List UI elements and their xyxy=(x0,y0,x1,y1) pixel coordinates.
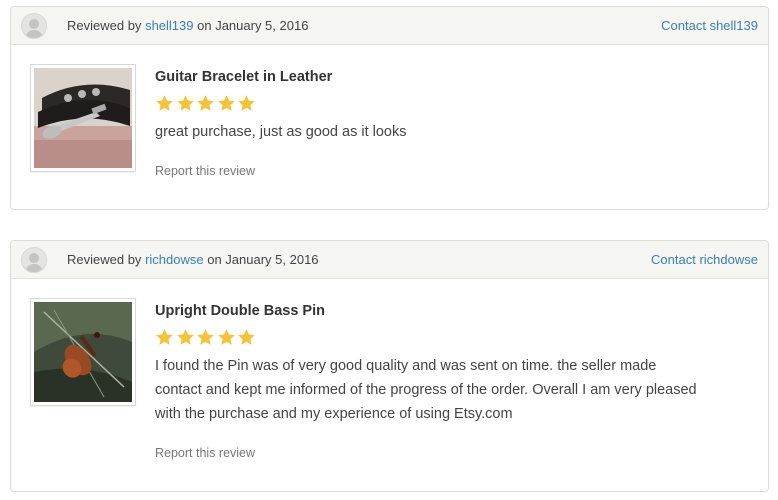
reviewer-username-link[interactable]: richdowse xyxy=(145,253,204,268)
reviewed-by-line: Reviewed by richdowse on January 5, 2016 xyxy=(67,251,319,268)
item-thumbnail[interactable] xyxy=(30,64,136,172)
guitar-bracelet-image xyxy=(34,68,132,168)
reviewed-by-label: Reviewed by xyxy=(67,252,142,268)
reviewed-by-label: Reviewed by xyxy=(67,18,142,34)
review-header: Reviewed by shell139 on January 5, 2016 … xyxy=(11,7,768,45)
star-icon xyxy=(176,95,194,111)
reviewer-username-link[interactable]: shell139 xyxy=(145,19,193,34)
review-card: Reviewed by richdowse on January 5, 2016… xyxy=(10,240,769,492)
review-body: Upright Double Bass Pin I found the Pin … xyxy=(11,279,768,462)
double-bass-pin-image xyxy=(34,302,132,402)
star-icon xyxy=(217,95,235,111)
item-title[interactable]: Upright Double Bass Pin xyxy=(155,303,749,319)
review-content: Guitar Bracelet in Leather great purchas… xyxy=(155,64,749,180)
contact-reviewer-link[interactable]: Contact richdowse xyxy=(651,252,758,267)
star-icon xyxy=(217,329,235,345)
avatar[interactable] xyxy=(21,246,47,273)
star-icon xyxy=(156,329,173,345)
star-icon xyxy=(238,95,255,111)
reviewed-by-line: Reviewed by shell139 on January 5, 2016 xyxy=(67,17,309,34)
review-header: Reviewed by richdowse on January 5, 2016… xyxy=(11,241,768,279)
report-review-link[interactable]: Report this review xyxy=(155,446,255,460)
avatar[interactable] xyxy=(21,12,47,39)
star-icon xyxy=(156,95,173,111)
review-body: Guitar Bracelet in Leather great purchas… xyxy=(11,45,768,180)
review-date: on January 5, 2016 xyxy=(197,18,309,34)
item-thumbnail[interactable] xyxy=(30,298,136,406)
star-icon xyxy=(176,329,194,345)
star-icon xyxy=(238,329,255,345)
report-review-link[interactable]: Report this review xyxy=(155,164,255,178)
review-date: on January 5, 2016 xyxy=(207,252,319,268)
star-icon xyxy=(197,95,214,111)
item-title[interactable]: Guitar Bracelet in Leather xyxy=(155,69,749,85)
contact-reviewer-link[interactable]: Contact shell139 xyxy=(661,18,758,33)
review-card: Reviewed by shell139 on January 5, 2016 … xyxy=(10,6,769,210)
star-rating xyxy=(155,328,749,348)
star-rating xyxy=(155,94,749,114)
star-icon xyxy=(197,329,214,345)
review-text: I found the Pin was of very good quality… xyxy=(155,358,697,422)
review-text: great purchase, just as good as it looks xyxy=(155,124,407,140)
review-content: Upright Double Bass Pin I found the Pin … xyxy=(155,298,749,462)
